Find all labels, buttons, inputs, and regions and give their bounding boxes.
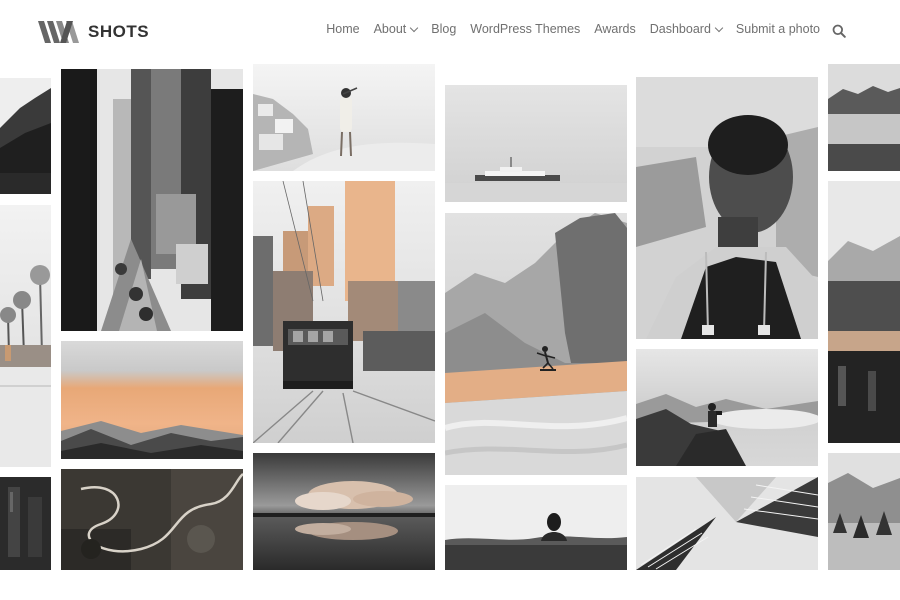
nav-about-label: About: [373, 22, 407, 36]
logo-mark-icon: [38, 21, 79, 43]
site-header: SHOTS Home About Blog WordPress Themes A…: [0, 0, 900, 64]
photo-woman-on-rooftop[interactable]: [253, 64, 435, 171]
logo-text: SHOTS: [88, 22, 150, 41]
nav-submit-photo-label: Submit a photo: [735, 22, 820, 36]
photo-swimmer-in-water[interactable]: [445, 485, 627, 570]
photo-tram-city-street[interactable]: [253, 181, 435, 443]
photo-woman-portrait[interactable]: [636, 77, 818, 339]
nav-submit-photo[interactable]: Submit a photo: [736, 22, 820, 36]
search-icon: [832, 24, 846, 38]
page: SHOTS Home About Blog WordPress Themes A…: [0, 0, 900, 600]
photo-boat-on-sea[interactable]: [445, 85, 627, 202]
photo-photographer-mountain[interactable]: [636, 349, 818, 466]
photo-city-skyscrapers[interactable]: [61, 69, 243, 331]
nav-home[interactable]: Home: [326, 22, 359, 36]
nav-home-label: Home: [326, 22, 360, 36]
chevron-down-icon: [714, 23, 724, 32]
nav-wordpress-themes[interactable]: WordPress Themes: [470, 22, 580, 36]
photo-building-left-bottom[interactable]: [0, 477, 51, 570]
photo-peach-sky-mountains[interactable]: [61, 341, 243, 459]
nav-blog-label: Blog: [431, 22, 457, 36]
nav-wordpress-themes-label: WordPress Themes: [470, 22, 581, 36]
search-button[interactable]: [832, 24, 846, 38]
photo-winding-road-aerial[interactable]: [61, 469, 243, 570]
photo-palm-trees-beach[interactable]: [0, 205, 51, 467]
nav-blog[interactable]: Blog: [431, 22, 456, 36]
photo-snowy-trees-right[interactable]: [828, 453, 900, 570]
site-logo[interactable]: SHOTS: [38, 20, 149, 44]
nav-dashboard-label: Dashboard: [649, 22, 711, 36]
photo-mountain-lake-right[interactable]: [828, 64, 900, 171]
photo-forest-river-right[interactable]: [828, 181, 900, 443]
photo-skateboarder-cliff[interactable]: [445, 213, 627, 475]
nav-awards[interactable]: Awards: [594, 22, 635, 36]
photo-mountain-lake-left[interactable]: [0, 78, 51, 194]
nav-dashboard[interactable]: Dashboard: [649, 22, 724, 36]
main-nav: Home About Blog WordPress Themes Awards …: [326, 22, 820, 36]
chevron-down-icon: [410, 23, 419, 32]
photo-building-facade-abstract[interactable]: [636, 477, 818, 570]
photo-cloud-reflection-lake[interactable]: [253, 453, 435, 570]
nav-about[interactable]: About: [373, 22, 419, 36]
nav-awards-label: Awards: [594, 22, 636, 36]
